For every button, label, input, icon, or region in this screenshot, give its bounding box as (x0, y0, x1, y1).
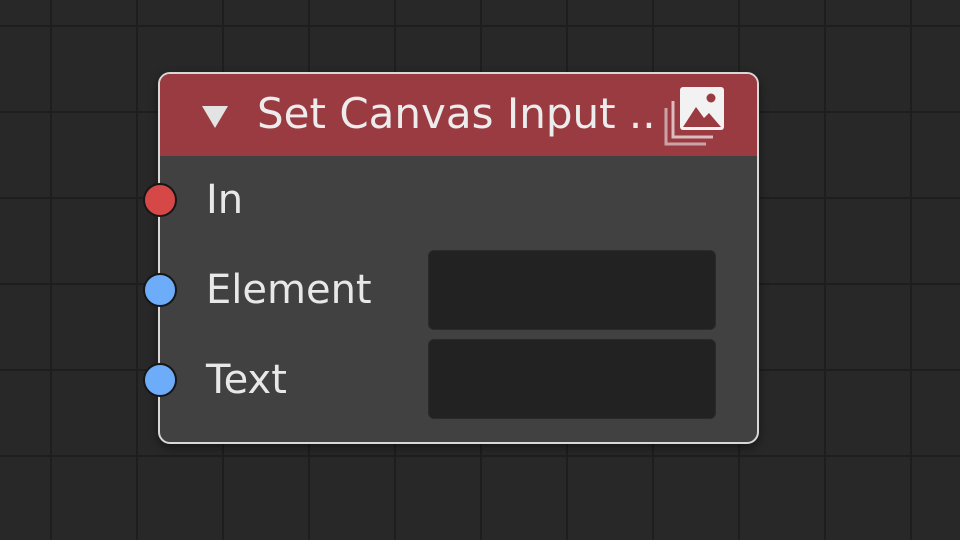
text-socket[interactable] (143, 363, 177, 397)
set-canvas-input-node[interactable]: Set Canvas Input ... In Element Text (143, 72, 759, 444)
element-socket[interactable] (143, 273, 177, 307)
in-socket-label: In (206, 177, 244, 223)
image-stack-icon (664, 87, 724, 146)
element-value-field[interactable] (428, 250, 716, 330)
triangle-down-icon[interactable] (202, 106, 228, 128)
text-socket-label: Text (206, 357, 287, 403)
node-title: Set Canvas Input ... (257, 89, 657, 138)
node-header[interactable]: Set Canvas Input ... (160, 74, 757, 156)
element-socket-label: Element (206, 267, 372, 313)
text-value-field[interactable] (428, 339, 716, 419)
in-socket[interactable] (143, 183, 177, 217)
